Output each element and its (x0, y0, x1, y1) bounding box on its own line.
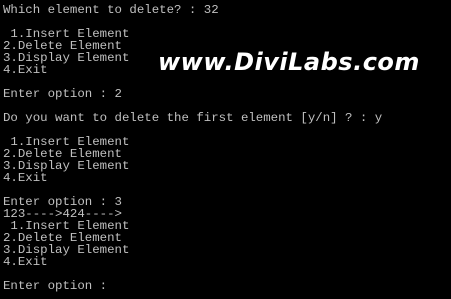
console-line: 3.Display Element (3, 159, 130, 173)
console-line: 4.Exit (3, 255, 48, 269)
watermark-logo: www.DiviLabs.com (158, 48, 420, 76)
console-prompt-line[interactable]: Enter option : (3, 280, 382, 292)
console-line: 3.Display Element (3, 243, 130, 257)
console-window[interactable]: Which element to delete? : 32 1.Insert E… (0, 0, 451, 299)
console-line: Do you want to delete the first element … (3, 111, 383, 125)
console-line: Enter option : 2 (3, 87, 122, 101)
console-line: Which element to delete? : 32 (3, 3, 219, 17)
console-line: 4.Exit (3, 171, 48, 185)
